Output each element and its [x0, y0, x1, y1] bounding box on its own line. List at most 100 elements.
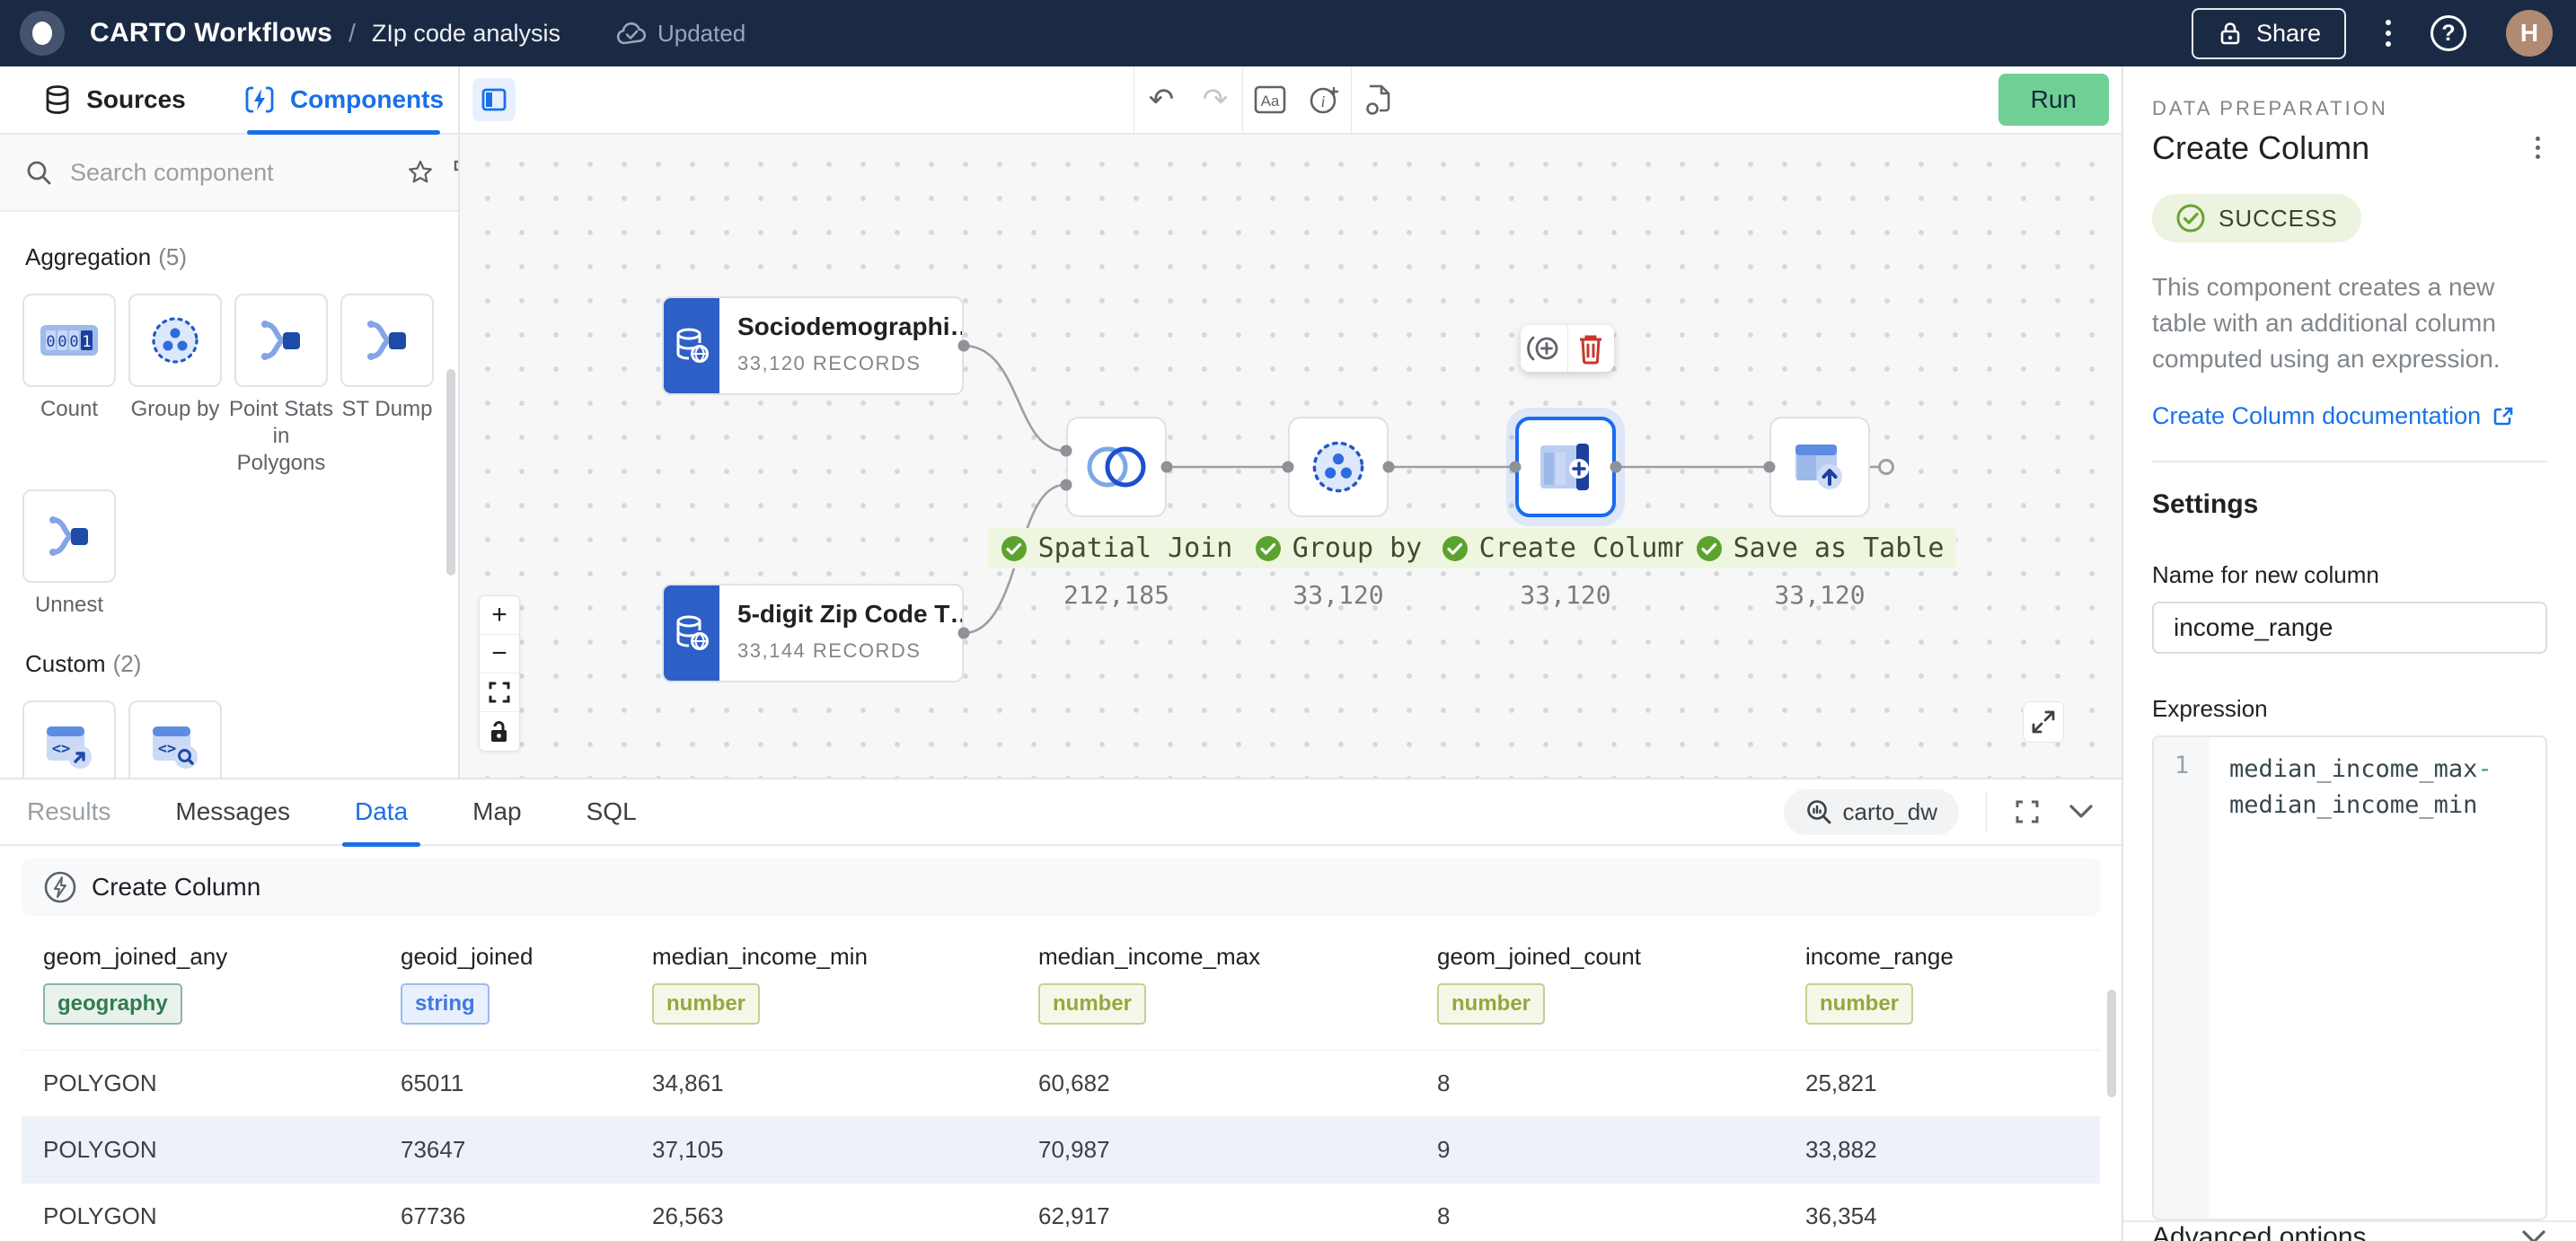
- redo-button[interactable]: ↷: [1188, 82, 1242, 118]
- input-port[interactable]: [1283, 462, 1294, 473]
- canvas-toolbar: ↶ ↷ Aa i Run: [460, 66, 2122, 135]
- component-point-stats[interactable]: Point Stats in Polygons: [234, 294, 329, 477]
- table-cell: POLYGON: [43, 1069, 401, 1097]
- tab-results[interactable]: Results: [27, 779, 110, 845]
- inspector-menu-button[interactable]: [2528, 129, 2547, 166]
- export-workflow-button[interactable]: [1352, 84, 1406, 116]
- type-chip: number: [1805, 983, 1913, 1025]
- table-cell: 34,861: [652, 1069, 1038, 1097]
- search-icon: [25, 159, 52, 186]
- undo-button[interactable]: ↶: [1134, 82, 1188, 118]
- workflow-canvas[interactable]: Sociodemographi… 33,120 RECORDS 5-digit …: [460, 135, 2122, 778]
- source-node-zipcodes[interactable]: 5-digit Zip Code T… 33,144 RECORDS: [662, 584, 964, 682]
- more-menu-button[interactable]: [2386, 20, 2391, 47]
- type-chip: number: [652, 983, 760, 1025]
- output-port[interactable]: [958, 628, 970, 639]
- advanced-options-toggle[interactable]: Advanced options: [2123, 1220, 2576, 1241]
- column-header[interactable]: geom_joined_any: [43, 943, 401, 971]
- collapse-results-button[interactable]: [2068, 803, 2095, 821]
- node-spatial-join[interactable]: [1066, 417, 1167, 517]
- output-port[interactable]: [1161, 462, 1173, 473]
- count-icon: 0001: [22, 294, 116, 387]
- annotation-button[interactable]: Aa: [1243, 85, 1297, 114]
- share-button[interactable]: Share: [2192, 8, 2346, 59]
- lock-canvas-button[interactable]: [480, 712, 519, 751]
- expression-code[interactable]: median_income_max-median_income_min: [2210, 737, 2545, 1219]
- results-scrollbar[interactable]: [2107, 990, 2116, 1097]
- call-procedure-icon: <>: [22, 700, 116, 778]
- component-call-procedure[interactable]: <> Call Procedure: [22, 700, 117, 778]
- node-group-by[interactable]: [1288, 417, 1389, 517]
- st-dump-icon: [340, 294, 434, 387]
- tab-components[interactable]: Components: [229, 66, 458, 133]
- output-port[interactable]: [958, 340, 970, 352]
- component-unnest[interactable]: Unnest: [22, 489, 117, 619]
- section-custom: Custom(2): [25, 649, 458, 679]
- component-custom-sql[interactable]: <> Custom SQL Select: [128, 700, 223, 778]
- workflow-title[interactable]: ZIp code analysis: [372, 20, 560, 48]
- carto-logo: [20, 11, 65, 56]
- canvas-zoom-controls: + −: [479, 595, 520, 752]
- extension-packages-icon[interactable]: [453, 158, 460, 187]
- check-circle-icon: [1255, 535, 1282, 562]
- unnest-icon: [22, 489, 116, 583]
- source-record-count: 33,144 RECORDS: [737, 639, 944, 663]
- type-chip: number: [1038, 983, 1146, 1025]
- collapse-sidebar-button[interactable]: [472, 78, 516, 121]
- check-circle-icon: [1001, 535, 1028, 562]
- documentation-link[interactable]: Create Column documentation: [2152, 402, 2547, 430]
- column-header[interactable]: median_income_min: [652, 943, 1038, 971]
- zoom-in-button[interactable]: +: [480, 596, 519, 635]
- source-node-sociodemographics[interactable]: Sociodemographi… 33,120 RECORDS: [662, 296, 964, 395]
- svg-text:<>: <>: [158, 740, 176, 758]
- output-port[interactable]: [1383, 462, 1395, 473]
- node-count: 33,120: [1631, 580, 2008, 610]
- input-port[interactable]: [1764, 462, 1776, 473]
- table-row[interactable]: POLYGON 65011 34,861 60,682 8 25,821: [22, 1050, 2100, 1116]
- output-port[interactable]: [1610, 462, 1622, 473]
- tab-map[interactable]: Map: [472, 779, 521, 845]
- zoom-out-button[interactable]: −: [480, 635, 519, 673]
- fit-view-button[interactable]: [480, 673, 519, 712]
- input-port[interactable]: [1061, 480, 1072, 491]
- tab-data[interactable]: Data: [355, 779, 408, 845]
- table-section-header[interactable]: Create Column: [22, 858, 2100, 916]
- custom-sql-icon: <>: [128, 700, 222, 778]
- component-count[interactable]: 0001 Count: [22, 294, 117, 477]
- output-port-open[interactable]: [1878, 459, 1894, 475]
- delete-node-button[interactable]: [1568, 325, 1615, 372]
- column-header[interactable]: income_range: [1805, 943, 2122, 971]
- column-header[interactable]: geom_joined_count: [1437, 943, 1805, 971]
- run-button[interactable]: Run: [1998, 74, 2109, 126]
- svg-text:i: i: [1320, 92, 1325, 110]
- source-title: 5-digit Zip Code T…: [737, 600, 944, 629]
- table-cell: 8: [1437, 1069, 1805, 1097]
- component-st-dump[interactable]: ST Dump: [340, 294, 435, 477]
- column-header[interactable]: median_income_max: [1038, 943, 1437, 971]
- avatar[interactable]: H: [2506, 10, 2553, 57]
- table-row[interactable]: POLYGON 67736 26,563 62,917 8 36,354: [22, 1183, 2100, 1241]
- new-column-name-input[interactable]: [2152, 602, 2547, 654]
- sidebar-scrollbar[interactable]: [446, 369, 455, 576]
- component-label: Count: [16, 396, 122, 423]
- node-create-column[interactable]: [1515, 417, 1616, 517]
- table-row[interactable]: POLYGON 73647 37,105 70,987 9 33,882: [22, 1116, 2100, 1183]
- info-annotation-button[interactable]: i: [1297, 84, 1351, 116]
- help-button[interactable]: ?: [2430, 15, 2466, 51]
- preview-node-button[interactable]: [1521, 325, 1568, 372]
- component-group-by[interactable]: Group by: [128, 294, 223, 477]
- expression-editor[interactable]: 1 median_income_max-median_income_min: [2152, 735, 2547, 1220]
- column-header[interactable]: geoid_joined: [401, 943, 652, 971]
- connection-chip[interactable]: carto_dw: [1784, 789, 1960, 835]
- input-port[interactable]: [1061, 445, 1072, 457]
- fullscreen-results-button[interactable]: [2014, 798, 2041, 825]
- tab-messages[interactable]: Messages: [175, 779, 290, 845]
- expand-canvas-button[interactable]: [2023, 701, 2064, 743]
- input-port[interactable]: [1510, 462, 1522, 473]
- table-cell: 60,682: [1038, 1069, 1437, 1097]
- favorites-icon[interactable]: [406, 158, 435, 187]
- tab-sources[interactable]: Sources: [0, 66, 229, 133]
- tab-sql[interactable]: SQL: [587, 779, 637, 845]
- node-save-as-table[interactable]: [1769, 417, 1870, 517]
- search-input[interactable]: [70, 159, 388, 187]
